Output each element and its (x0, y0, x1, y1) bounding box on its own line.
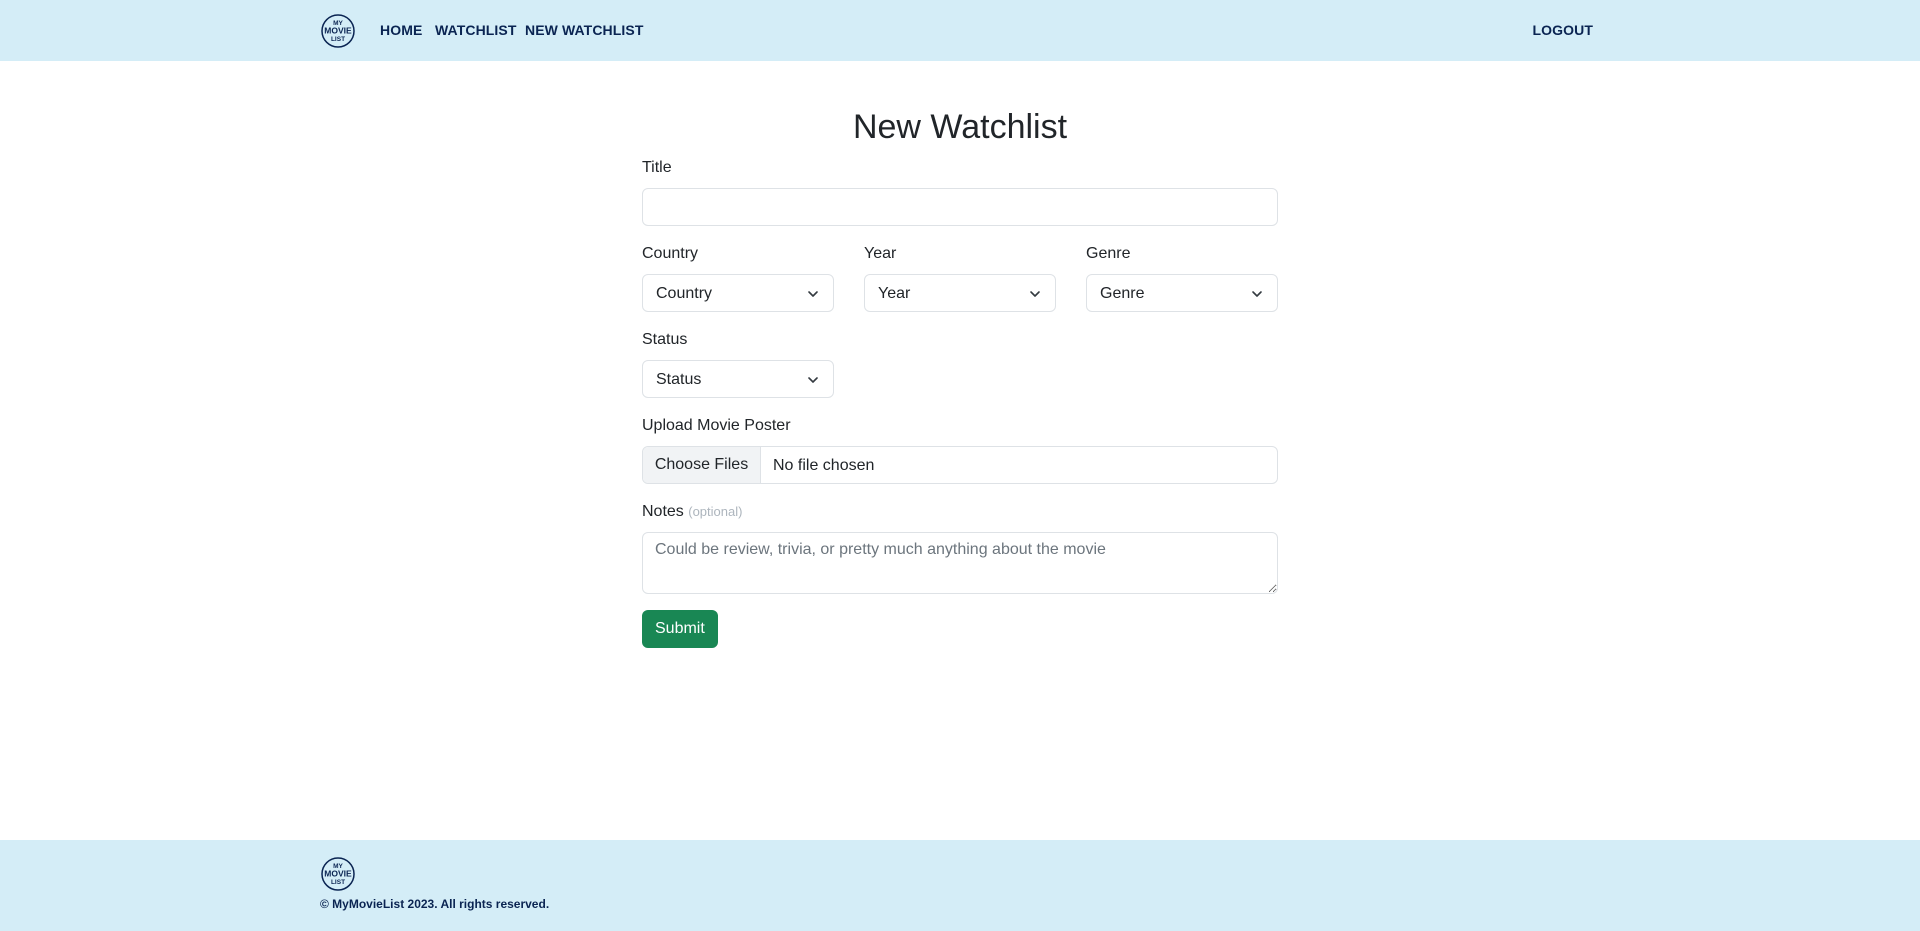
logo-line-3: LIST (331, 36, 345, 43)
chevron-down-icon (808, 377, 818, 383)
chevron-down-icon (808, 291, 818, 297)
country-select[interactable]: Country (642, 274, 834, 312)
poster-file-input[interactable]: Choose Files No file chosen (642, 446, 1278, 484)
genre-selected-value: Genre (1100, 285, 1145, 302)
country-selected-value: Country (656, 285, 713, 302)
year-selected-value: Year (878, 285, 911, 302)
year-select[interactable]: Year (864, 274, 1056, 312)
page-title: New Watchlist (852, 108, 1068, 146)
status-selected-value: Status (656, 371, 702, 388)
nav-watchlist-link[interactable]: WATCHLIST (435, 22, 517, 38)
poster-label: Upload Movie Poster (642, 417, 791, 434)
footer-logo-line-2: MOVIE (324, 869, 352, 879)
notes-label: Notes (optional) (642, 502, 742, 522)
submit-button[interactable]: Submit (642, 610, 718, 648)
copyright-text: © MyMovieList 2023. All rights reserved. (320, 897, 550, 911)
navbar-inner: MY MOVIE LIST HOME WATCHLIST NEW WATCHLI… (320, 0, 1593, 61)
nav-logout-link[interactable]: LOGOUT (1533, 22, 1593, 38)
logo-line-2: MOVIE (324, 26, 352, 36)
notes-label-text: Notes (642, 503, 684, 520)
status-select[interactable]: Status (642, 360, 834, 398)
nav-new-watchlist-link[interactable]: NEW WATCHLIST (525, 22, 643, 38)
footer-logo-line-3: LIST (331, 879, 345, 886)
notes-textarea[interactable] (642, 532, 1278, 594)
title-label: Title (642, 159, 672, 176)
navbar: MY MOVIE LIST HOME WATCHLIST NEW WATCHLI… (0, 0, 1920, 61)
footer: MY MOVIE LIST © MyMovieList 2023. All ri… (0, 840, 1920, 931)
notes-optional-text: (optional) (688, 504, 743, 519)
nav-home-link[interactable]: HOME (380, 22, 422, 38)
title-input[interactable] (642, 188, 1278, 226)
year-label: Year (864, 245, 897, 262)
file-status-text: No file chosen (773, 457, 875, 474)
country-label: Country (642, 245, 699, 262)
chevron-down-icon (1030, 291, 1040, 297)
footer-logo-icon[interactable]: MY MOVIE LIST (320, 857, 356, 891)
choose-files-button[interactable]: Choose Files (643, 447, 761, 483)
chevron-down-icon (1252, 291, 1262, 297)
status-label: Status (642, 331, 688, 348)
brand-logo-icon[interactable]: MY MOVIE LIST (320, 14, 356, 48)
genre-label: Genre (1086, 245, 1131, 262)
genre-select[interactable]: Genre (1086, 274, 1278, 312)
